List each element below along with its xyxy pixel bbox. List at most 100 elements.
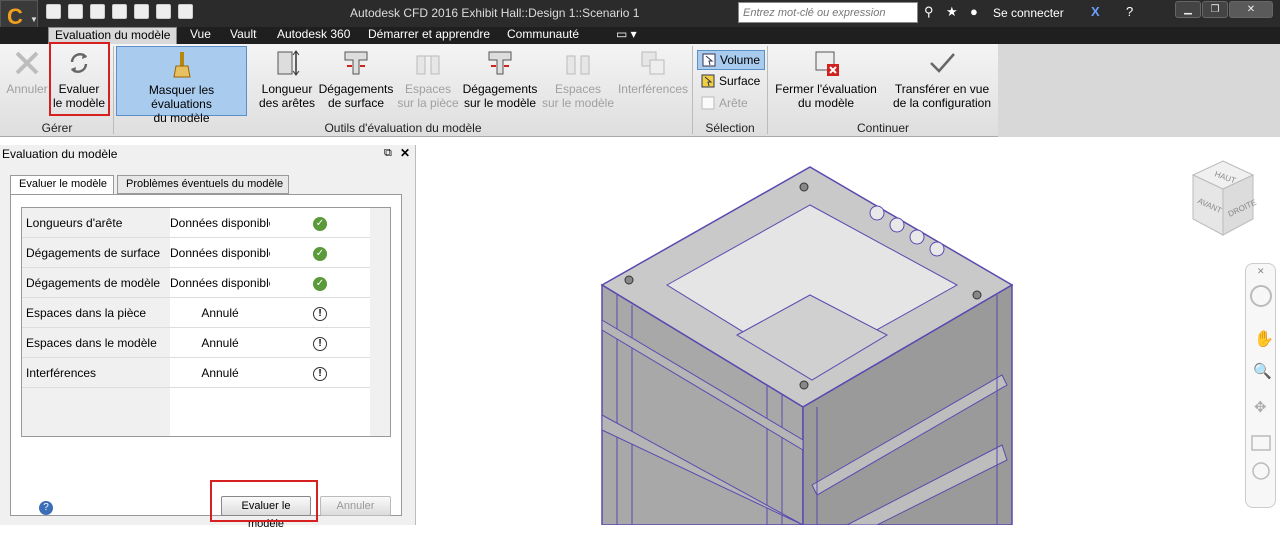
surface-gap-icon — [344, 51, 368, 75]
table-row[interactable]: Espaces dans la pièce Annulé ! — [22, 298, 370, 328]
evaluation-panel: Evaluation du modèle ⧉ ✕ Evaluer le modè… — [0, 145, 416, 530]
panel-content: Longueurs d'arête Données disponible ✓ D… — [10, 194, 402, 530]
espaces-mod-label-2: sur le modèle — [541, 96, 615, 110]
fermer-label-2: du modèle — [797, 96, 855, 110]
model-space-icon — [566, 55, 590, 75]
annuler-label: Annuler — [6, 82, 48, 96]
binoculars-icon[interactable]: ⚲ — [924, 4, 934, 20]
tab-problemes-eventuels[interactable]: Problèmes éventuels du modèle — [117, 175, 289, 194]
tab-vue[interactable]: Vue — [184, 27, 217, 44]
3d-viewport[interactable]: HAUT AVANT DROITE — [417, 145, 1280, 526]
degsurf-label-1: Dégagements — [318, 82, 394, 96]
save-icon[interactable] — [90, 4, 105, 19]
app-menu-button[interactable]: C ▼ — [0, 0, 38, 30]
tab-demarrer[interactable]: Démarrer et apprendre — [362, 27, 496, 44]
evaluation-table: Longueurs d'arête Données disponible ✓ D… — [21, 207, 391, 437]
table-row[interactable]: Dégagements de modèle Données disponible… — [22, 268, 370, 298]
open-folder-icon[interactable] — [68, 4, 83, 19]
selection-arete[interactable]: Arête — [697, 94, 765, 114]
new-file-icon[interactable] — [46, 4, 61, 19]
row-name: Interférences — [22, 358, 170, 388]
pan-hand-icon[interactable]: ✋ — [1254, 329, 1274, 348]
row-icon-cell: ! — [270, 358, 370, 388]
table-row[interactable]: Interférences Annulé ! — [22, 358, 370, 388]
degagements-modele-button[interactable]: Dégagements sur le modèle — [461, 46, 539, 116]
edge-length-icon — [277, 50, 300, 76]
exchange-icon[interactable]: X — [1091, 4, 1100, 19]
sign-in-link[interactable]: Se connecter — [993, 6, 1064, 20]
fermer-label-1: Fermer l'évaluation — [775, 82, 877, 96]
ok-check-icon: ✓ — [313, 216, 327, 231]
espaces-piece-button[interactable]: Espaces sur la pièce — [396, 46, 460, 116]
highlight-box — [210, 480, 318, 522]
annuler-button[interactable]: Annuler — [320, 496, 391, 516]
longueur-label-1: Longueur — [261, 82, 313, 96]
search-input[interactable]: Entrez mot-clé ou expression — [738, 2, 918, 23]
espaces-modele-button[interactable]: Espaces sur le modèle — [541, 46, 615, 116]
tab-evaluer-modele[interactable]: Evaluer le modèle — [10, 175, 114, 195]
nav-tools: ✕ ✋ 🔍 ✥ — [1250, 266, 1274, 480]
user-icon[interactable]: ● — [970, 4, 978, 19]
warning-icon: ! — [313, 366, 327, 381]
tab-vault[interactable]: Vault — [224, 27, 262, 44]
warning-icon: ! — [313, 306, 327, 321]
table-row[interactable]: Dégagements de surface Données disponibl… — [22, 238, 370, 268]
ribbon-tab-bar: Evaluation du modèle Vue Vault Autodesk … — [0, 27, 1280, 44]
star-icon[interactable]: ★ — [946, 4, 958, 20]
row-icon-cell: ! — [270, 328, 370, 358]
part-gap-icon — [416, 55, 440, 75]
annuler-ribbon-button[interactable]: Annuler — [6, 46, 48, 116]
orbit-icon[interactable]: ✥ — [1254, 398, 1267, 416]
zoom-icon[interactable]: 🔍 — [1253, 361, 1272, 380]
float-panel-icon[interactable]: ⧉ — [384, 147, 392, 160]
minimize-button[interactable]: ▁ — [1175, 1, 1201, 18]
longueur-aretes-button[interactable]: Longueur des arêtes — [257, 46, 317, 116]
row-status: Données disponible — [170, 268, 270, 298]
surface-label: Surface — [719, 74, 761, 88]
tab-communaute[interactable]: Communauté — [501, 27, 585, 44]
steering-wheel-icon[interactable] — [1250, 285, 1272, 307]
degagements-surface-button[interactable]: Dégagements de surface — [318, 46, 394, 116]
x-cancel-icon — [15, 51, 39, 75]
table-empty-area — [170, 388, 370, 436]
fermer-evaluation-button[interactable]: Fermer l'évaluation du modèle — [772, 46, 880, 116]
checkmark-icon — [930, 53, 955, 73]
table-row[interactable]: Espaces dans le modèle Annulé ! — [22, 328, 370, 358]
look-at-icon[interactable] — [1251, 435, 1271, 451]
row-name: Espaces dans le modèle — [22, 328, 170, 358]
window-title: Autodesk CFD 2016 Exhibit Hall::Design 1… — [350, 6, 640, 20]
select-icon[interactable] — [134, 4, 149, 19]
interferences-button[interactable]: Interférences — [617, 46, 689, 116]
panel-title: Evaluation du modèle — [2, 147, 118, 161]
help-icon[interactable]: ? — [39, 501, 53, 515]
close-eval-icon — [815, 51, 839, 76]
table-empty-area — [22, 388, 170, 436]
ok-check-icon: ✓ — [313, 246, 327, 261]
maximize-button[interactable]: ❐ — [1202, 1, 1228, 18]
degmod-label-2: sur le modèle — [463, 96, 537, 110]
viewcube[interactable]: HAUT AVANT DROITE — [1187, 157, 1259, 241]
volume-label: Volume — [720, 53, 761, 67]
cabinet-model — [600, 166, 1014, 526]
save-all-icon[interactable] — [112, 4, 127, 19]
settings-icon[interactable] — [178, 4, 193, 19]
row-name: Longueurs d'arête — [22, 208, 170, 238]
tab-overflow-icon[interactable]: ▭ ▾ — [610, 27, 643, 44]
selection-surface[interactable]: Surface — [697, 72, 765, 92]
help-icon[interactable]: ? — [1126, 4, 1133, 19]
table-row[interactable]: Longueurs d'arête Données disponible ✓ — [22, 208, 370, 238]
tab-autodesk-360[interactable]: Autodesk 360 — [271, 27, 356, 44]
warning-icon: ! — [313, 336, 327, 351]
masquer-evaluations-button[interactable]: Masquer les évaluations du modèle — [116, 46, 247, 125]
volume-select-icon — [702, 53, 716, 67]
close-panel-icon[interactable]: ✕ — [400, 146, 410, 160]
interference-icon — [641, 51, 665, 75]
cube-view-icon[interactable] — [156, 4, 171, 19]
show-motion-icon[interactable] — [1252, 462, 1270, 480]
transferer-configuration-button[interactable]: Transférer en vue de la configuration — [886, 46, 998, 116]
arete-label: Arête — [719, 96, 748, 110]
group-label-continuer: Continuer — [856, 121, 910, 135]
close-button[interactable]: ✕ — [1229, 1, 1273, 18]
selection-volume[interactable]: Volume — [697, 50, 765, 70]
row-status: Données disponible — [170, 208, 270, 238]
